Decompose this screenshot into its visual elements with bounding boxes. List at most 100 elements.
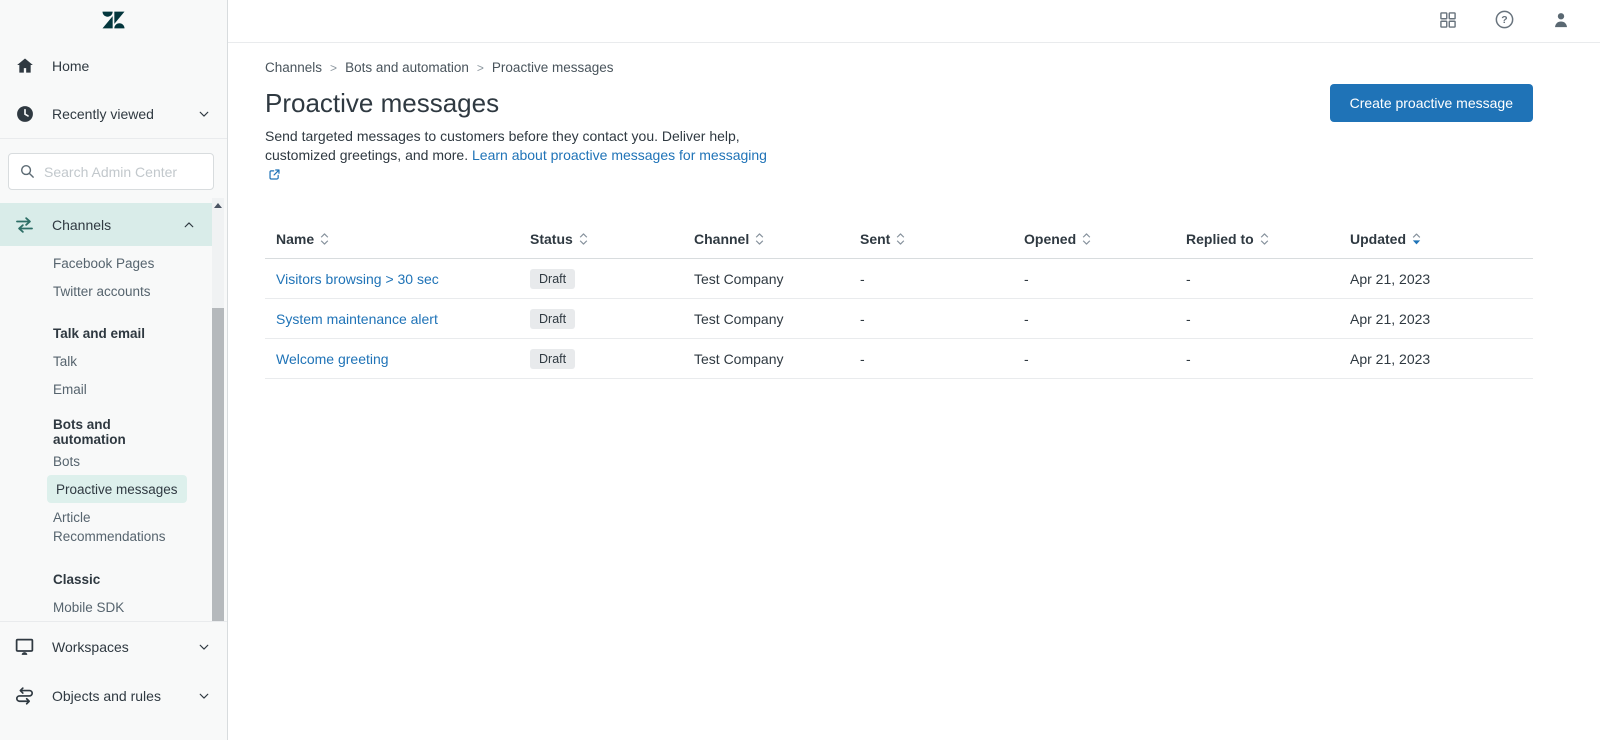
clock-icon [14,104,35,124]
create-proactive-message-button[interactable]: Create proactive message [1330,84,1533,122]
chevron-down-icon [197,689,211,703]
column-header-channel[interactable]: Channel [683,222,849,259]
apps-grid-button[interactable] [1438,10,1458,33]
sent-cell: - [849,339,1013,379]
column-header-sent[interactable]: Sent [849,222,1013,259]
sort-icon [1259,233,1270,249]
chevron-down-icon [197,107,211,121]
channel-cell: Test Company [683,299,849,339]
page-description: Send targeted messages to customers befo… [265,127,782,186]
help-button[interactable]: ? [1494,9,1515,33]
updated-cell: Apr 21, 2023 [1339,299,1533,339]
sidebar-item-objects-and-rules[interactable]: Objects and rules [0,671,227,720]
sent-cell: - [849,259,1013,299]
sidebar-item-recently-viewed[interactable]: Recently viewed [0,90,227,138]
sidebar-item-facebook-pages[interactable]: Facebook Pages [53,249,185,277]
opened-cell: - [1013,339,1175,379]
column-header-opened[interactable]: Opened [1013,222,1175,259]
sidebar-scroll-region: Channels Facebook Pages Twitter accounts… [0,198,227,621]
sidebar-item-channels[interactable]: Channels [0,203,212,246]
sort-desc-icon [1411,233,1422,249]
column-header-status[interactable]: Status [519,222,683,259]
sidebar-item-label: Channels [52,217,111,233]
scrollbar-up-arrow[interactable] [212,198,224,213]
home-icon [14,56,35,76]
breadcrumb: Channels > Bots and automation > Proacti… [265,60,1533,75]
svg-text:?: ? [1501,14,1507,26]
sidebar-item-proactive-messages[interactable]: Proactive messages [47,475,187,503]
channels-sub-list: Facebook Pages Twitter accounts Talk and… [0,246,227,621]
flow-arrow-icon [14,686,35,706]
chevron-up-icon [182,218,196,232]
sort-icon [1081,233,1092,249]
breadcrumb-item-channels[interactable]: Channels [265,60,322,75]
opened-cell: - [1013,259,1175,299]
section-header-talk-and-email: Talk and email [53,319,185,347]
admin-center-app: Home Recently viewed [0,0,1600,740]
search-icon [19,163,36,183]
sort-icon [578,233,589,249]
table-header-row: Name Status Channel Sent Opened Replied … [265,222,1533,259]
sidebar-item-mobile-sdk[interactable]: Mobile SDK [53,593,185,621]
page-content: Channels > Bots and automation > Proacti… [228,43,1600,379]
learn-more-link[interactable]: Learn about proactive messages for messa… [472,147,767,163]
sidebar-item-label: Workspaces [52,639,129,655]
logo-row [0,0,227,42]
replied-to-cell: - [1175,259,1339,299]
sidebar-item-twitter-accounts[interactable]: Twitter accounts [53,277,185,305]
topbar: ? [228,0,1600,43]
opened-cell: - [1013,299,1175,339]
status-badge: Draft [530,269,575,289]
sent-cell: - [849,299,1013,339]
section-header-classic: Classic [53,565,185,593]
sort-icon [319,233,330,249]
breadcrumb-item-proactive-messages: Proactive messages [492,60,614,75]
sidebar-item-bots[interactable]: Bots [53,447,185,475]
breadcrumb-separator: > [477,61,484,75]
channels-arrows-icon [14,215,35,235]
updated-cell: Apr 21, 2023 [1339,259,1533,299]
sidebar-item-label: Recently viewed [52,106,154,122]
sidebar-item-article-recommendations[interactable]: Article Recommendations [53,503,185,551]
message-name-link[interactable]: Visitors browsing > 30 sec [276,271,439,287]
section-header-bots-and-automation: Bots and automation [53,417,185,447]
table-row: Welcome greeting Draft Test Company - - … [265,339,1533,379]
chevron-down-icon [197,640,211,654]
main-area: ? Channels > Bots and automation > Proac… [228,0,1600,740]
message-name-link[interactable]: System maintenance alert [276,311,438,327]
search-input[interactable] [8,153,214,190]
sidebar-item-talk[interactable]: Talk [53,347,185,375]
scrollbar-thumb[interactable] [212,308,224,621]
profile-icon [1551,10,1571,33]
sort-icon [895,233,906,249]
external-link-icon [268,167,281,186]
column-header-updated[interactable]: Updated [1339,222,1533,259]
sidebar-item-workspaces[interactable]: Workspaces [0,622,227,671]
search-area [0,139,227,198]
proactive-messages-table: Name Status Channel Sent Opened Replied … [265,222,1533,379]
sidebar-item-label: Home [52,58,89,74]
breadcrumb-separator: > [330,61,337,75]
apps-grid-icon [1438,10,1458,33]
column-header-name[interactable]: Name [265,222,519,259]
column-header-replied-to[interactable]: Replied to [1175,222,1339,259]
replied-to-cell: - [1175,299,1339,339]
profile-button[interactable] [1551,10,1571,33]
replied-to-cell: - [1175,339,1339,379]
table-row: System maintenance alert Draft Test Comp… [265,299,1533,339]
status-badge: Draft [530,349,575,369]
zendesk-logo-icon[interactable] [102,9,125,34]
sidebar-scrollbar [212,198,224,621]
sidebar-item-label: Objects and rules [52,688,161,704]
sidebar-item-email[interactable]: Email [53,375,185,403]
sidebar-item-home[interactable]: Home [0,42,227,90]
breadcrumb-item-bots-and-automation[interactable]: Bots and automation [345,60,469,75]
updated-cell: Apr 21, 2023 [1339,339,1533,379]
help-icon: ? [1494,9,1515,33]
monitor-icon [14,636,35,658]
table-row: Visitors browsing > 30 sec Draft Test Co… [265,259,1533,299]
channel-cell: Test Company [683,259,849,299]
message-name-link[interactable]: Welcome greeting [276,351,389,367]
channel-cell: Test Company [683,339,849,379]
sort-icon [754,233,765,249]
